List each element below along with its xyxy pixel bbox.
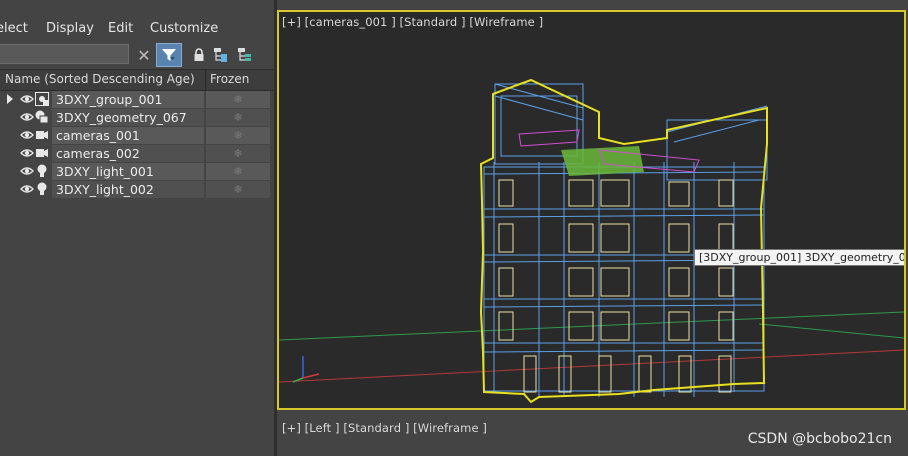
menu-select[interactable]: elect bbox=[0, 21, 28, 36]
explorer-toolbar: ✕ bbox=[0, 41, 274, 69]
watermark-text: CSDN @bcbobo21cn bbox=[747, 431, 892, 447]
frozen-toggle[interactable]: ❄ bbox=[206, 109, 270, 126]
eye-icon[interactable] bbox=[20, 112, 34, 122]
frozen-toggle[interactable]: ❄ bbox=[206, 91, 270, 108]
snowflake-icon: ❄ bbox=[233, 129, 243, 142]
frozen-toggle[interactable]: ❄ bbox=[206, 181, 270, 198]
eye-icon[interactable] bbox=[20, 94, 34, 104]
scene-tree: 3DXY_group_001 ❄ 3DXY_geometry_067 ❄ cam… bbox=[0, 91, 274, 199]
object-name: cameras_002 bbox=[56, 146, 140, 161]
expand-arrow-icon[interactable] bbox=[7, 94, 13, 104]
snowflake-icon: ❄ bbox=[233, 165, 243, 178]
object-name: 3DXY_group_001 bbox=[56, 92, 163, 107]
camera-viewport[interactable]: [+] [cameras_001 ] [Standard ] [Wirefram… bbox=[277, 10, 906, 410]
frozen-toggle[interactable]: ❄ bbox=[206, 145, 270, 162]
menu-customize[interactable]: Customize bbox=[150, 21, 218, 36]
frozen-toggle[interactable]: ❄ bbox=[206, 127, 270, 144]
camera-icon bbox=[36, 149, 48, 157]
hierarchy-button[interactable] bbox=[210, 43, 232, 67]
selection-outline bbox=[479, 78, 768, 404]
axis-gizmo bbox=[292, 356, 320, 383]
wireframe-scene[interactable] bbox=[279, 12, 904, 408]
funnel-icon bbox=[162, 49, 176, 61]
layer-hierarchy-button[interactable] bbox=[234, 43, 256, 67]
light-icon bbox=[37, 182, 47, 195]
object-name: 3DXY_geometry_067 bbox=[56, 110, 187, 125]
viewport-top-margin bbox=[277, 0, 908, 10]
menu-edit[interactable]: Edit bbox=[108, 21, 133, 36]
filter-toggle-button[interactable] bbox=[156, 43, 182, 67]
tree-row[interactable]: cameras_001 ❄ bbox=[0, 127, 274, 145]
light-icon bbox=[37, 164, 47, 177]
viewport-label[interactable]: [+] [cameras_001 ] [Standard ] [Wirefram… bbox=[282, 15, 543, 29]
building-wireframe bbox=[483, 83, 768, 397]
menu-bar: elect Display Edit Customize bbox=[0, 0, 274, 40]
search-input[interactable] bbox=[0, 44, 129, 64]
tree-row[interactable]: 3DXY_group_001 ❄ bbox=[0, 91, 274, 109]
close-icon: ✕ bbox=[137, 45, 151, 65]
hierarchy-icon bbox=[214, 48, 227, 62]
lock-icon bbox=[194, 48, 204, 61]
object-name: 3DXY_light_001 bbox=[56, 164, 154, 179]
snowflake-icon: ❄ bbox=[233, 183, 243, 196]
camera-icon bbox=[36, 131, 48, 139]
eye-icon[interactable] bbox=[20, 166, 34, 176]
object-tooltip: [3DXY_group_001] 3DXY_geometry_001 bbox=[694, 249, 904, 266]
layers-icon bbox=[238, 48, 251, 61]
snowflake-icon: ❄ bbox=[233, 111, 243, 124]
viewport-label[interactable]: [+] [Left ] [Standard ] [Wireframe ] bbox=[282, 421, 487, 435]
scene-explorer: elect Display Edit Customize ✕ bbox=[0, 0, 274, 456]
tree-row[interactable]: 3DXY_light_001 ❄ bbox=[0, 163, 274, 181]
frozen-toggle[interactable]: ❄ bbox=[206, 163, 270, 180]
eye-icon[interactable] bbox=[20, 148, 34, 158]
tree-row[interactable]: 3DXY_light_002 ❄ bbox=[0, 181, 274, 199]
snowflake-icon: ❄ bbox=[233, 93, 243, 106]
roof-details bbox=[518, 129, 700, 176]
group-icon bbox=[35, 92, 49, 106]
eye-icon[interactable] bbox=[20, 184, 34, 194]
object-name: cameras_001 bbox=[56, 128, 140, 143]
menu-display[interactable]: Display bbox=[46, 21, 94, 36]
tree-row[interactable]: 3DXY_geometry_067 ❄ bbox=[0, 109, 274, 127]
object-name: 3DXY_light_002 bbox=[56, 182, 154, 197]
clear-search-button[interactable]: ✕ bbox=[133, 43, 155, 67]
tree-row[interactable]: cameras_002 ❄ bbox=[0, 145, 274, 163]
column-header-name[interactable]: Name (Sorted Descending Age) bbox=[5, 72, 195, 86]
column-headers: Name (Sorted Descending Age) Frozen bbox=[0, 69, 274, 91]
column-divider[interactable] bbox=[205, 70, 206, 90]
snowflake-icon: ❄ bbox=[233, 147, 243, 160]
column-header-frozen[interactable]: Frozen bbox=[210, 72, 249, 86]
eye-icon[interactable] bbox=[20, 130, 34, 140]
geometry-icon bbox=[35, 110, 49, 124]
lock-toggle-button[interactable] bbox=[188, 43, 210, 67]
